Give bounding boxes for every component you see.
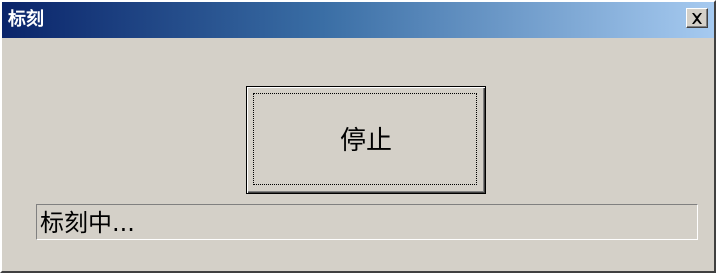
window-title: 标刻	[8, 9, 44, 30]
stop-button[interactable]: 停止	[246, 86, 486, 194]
close-button[interactable]	[686, 8, 708, 28]
dialog-content: 停止 标刻中...	[2, 38, 714, 271]
status-text: 标刻中...	[40, 209, 135, 237]
dialog-window: 标刻 停止 标刻中...	[0, 0, 716, 273]
stop-button-label: 停止	[339, 125, 392, 156]
status-field: 标刻中...	[36, 204, 698, 240]
title-bar[interactable]: 标刻	[2, 2, 714, 38]
close-icon	[691, 12, 703, 24]
